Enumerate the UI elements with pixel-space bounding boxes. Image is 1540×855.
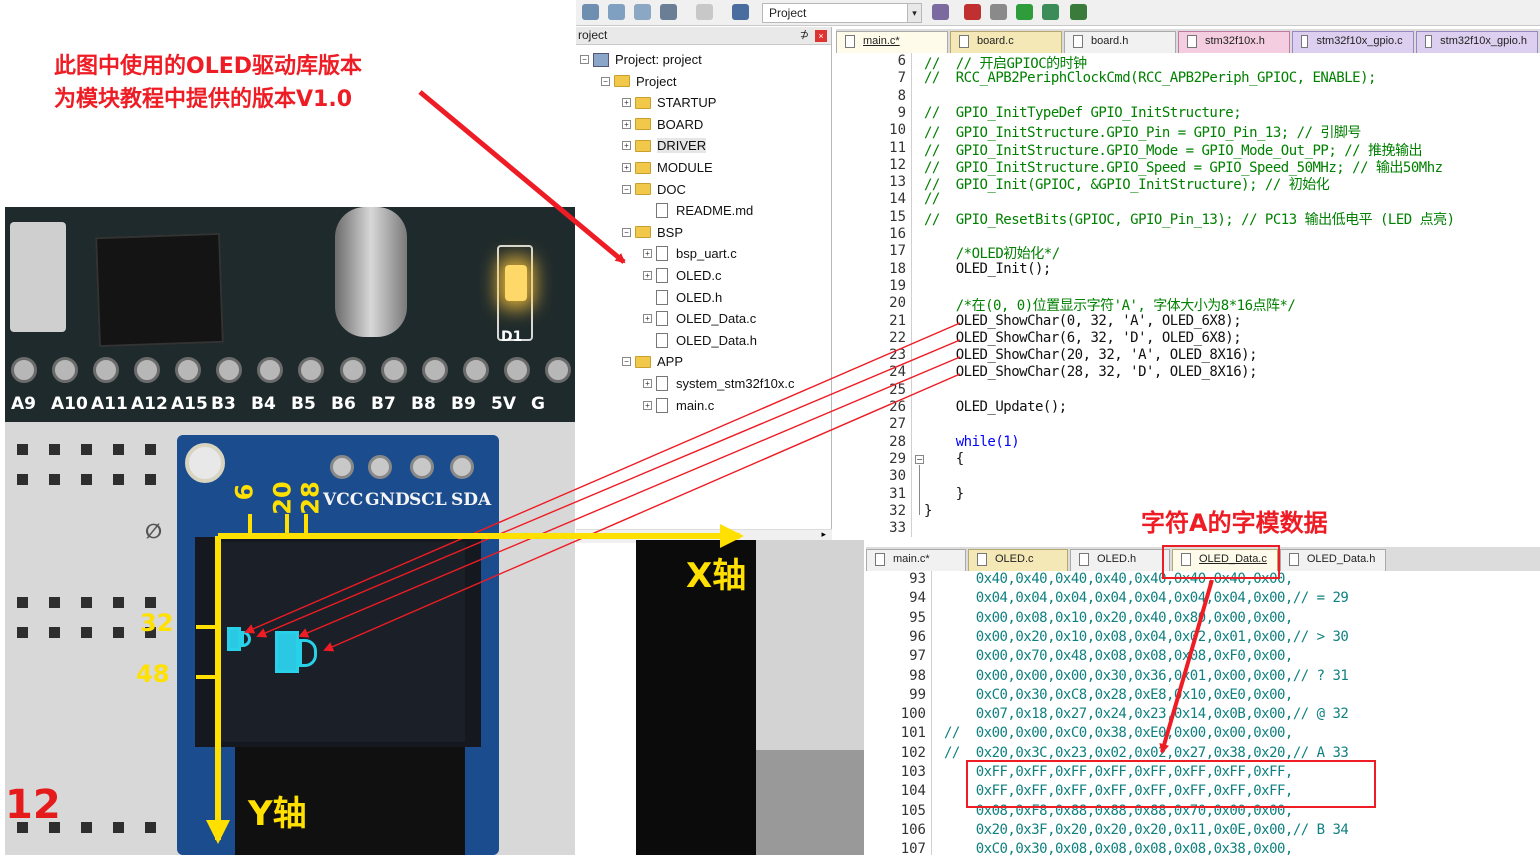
annotation-arrow (418, 90, 626, 264)
tab-highlight-box (1162, 545, 1280, 579)
x-tick-label-28: 28 (296, 481, 325, 515)
x-tick-label-6: 6 (230, 483, 259, 501)
x-axis-label: X轴 (686, 556, 747, 596)
font-data-title: 字符A的字模数据 (1141, 509, 1328, 537)
x-tick-label-20: 20 (268, 481, 297, 515)
pointer-line-4 (323, 373, 961, 652)
y-axis-label: Y轴 (248, 794, 307, 834)
font-data-highlight-box (966, 760, 1376, 808)
pointer-line-2 (256, 339, 961, 638)
font-data-arrow (1159, 579, 1214, 754)
pointer-line-1 (244, 322, 961, 634)
annotation-overlay (196, 90, 1214, 844)
pointer-line-3 (298, 356, 961, 638)
y-tick-label-32: 32 (140, 609, 174, 637)
y-tick-label-48: 48 (136, 660, 170, 688)
